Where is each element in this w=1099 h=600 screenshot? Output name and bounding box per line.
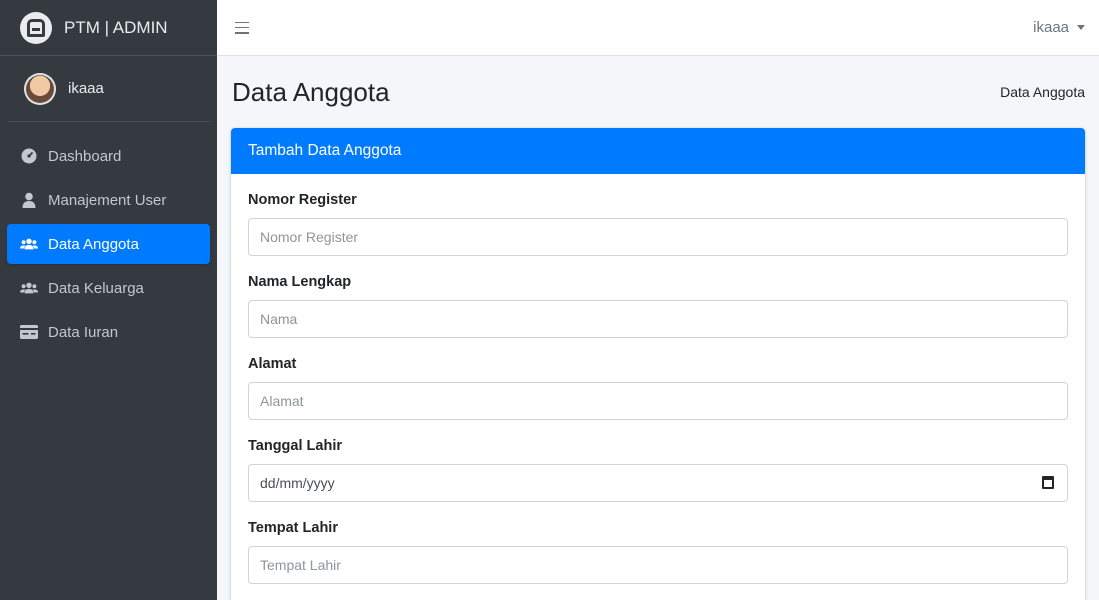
money-check-icon xyxy=(20,324,38,340)
sidebar-item-label: Dashboard xyxy=(48,147,122,165)
form-group-nomor-register: Nomor Register xyxy=(248,192,1068,256)
page-title: Data Anggota xyxy=(232,76,390,107)
user-dropdown-label: ikaaa xyxy=(1033,19,1069,36)
hamburger-menu-icon[interactable] xyxy=(235,21,249,34)
brand-link[interactable]: PTM | ADMIN xyxy=(0,0,217,56)
users-icon xyxy=(20,236,38,252)
sidebar-item-data-anggota[interactable]: Data Anggota xyxy=(7,224,210,264)
sidebar-item-manajement-user[interactable]: Manajement User xyxy=(7,180,210,220)
breadcrumb[interactable]: Data Anggota xyxy=(1000,84,1085,100)
nama-lengkap-label: Nama Lengkap xyxy=(248,274,352,290)
sidebar-item-label: Manajement User xyxy=(48,191,167,209)
form-group-alamat: Alamat xyxy=(248,356,1068,420)
avatar xyxy=(24,72,56,105)
content-header: Data Anggota Data Anggota xyxy=(217,56,1099,128)
brand-text: PTM | ADMIN xyxy=(64,17,168,37)
user-dropdown[interactable]: ikaaa xyxy=(1033,19,1085,36)
tanggal-lahir-label: Tanggal Lahir xyxy=(248,438,342,454)
form-group-nama-lengkap: Nama Lengkap xyxy=(248,274,1068,338)
users-icon xyxy=(20,280,38,296)
nomor-register-input[interactable] xyxy=(248,218,1068,256)
brand-logo-icon xyxy=(20,11,52,44)
nama-lengkap-input[interactable] xyxy=(248,300,1068,338)
form-group-tempat-lahir: Tempat Lahir xyxy=(248,520,1068,584)
form-group-tanggal-lahir: Tanggal Lahir xyxy=(248,438,1068,502)
form-card: Tambah Data Anggota Nomor Register Nama … xyxy=(231,128,1085,600)
card-title: Tambah Data Anggota xyxy=(231,128,1085,174)
tanggal-lahir-input[interactable] xyxy=(248,464,1068,502)
user-icon xyxy=(20,192,38,208)
alamat-label: Alamat xyxy=(248,356,297,372)
user-panel-name: ikaaa xyxy=(68,80,104,97)
tachometer-icon xyxy=(20,148,38,164)
sidebar-item-label: Data Anggota xyxy=(48,235,139,253)
caret-down-icon xyxy=(1077,25,1085,30)
tanggal-lahir-date-field xyxy=(248,464,1068,502)
sidebar: PTM | ADMIN ikaaa Dashboard Manajement U… xyxy=(0,0,217,600)
calendar-icon[interactable] xyxy=(1042,476,1054,489)
card-body: Nomor Register Nama Lengkap Alamat Tangg… xyxy=(231,174,1085,600)
tempat-lahir-input[interactable] xyxy=(248,546,1068,584)
sidebar-item-label: Data Keluarga xyxy=(48,279,144,297)
sidebar-item-data-iuran[interactable]: Data Iuran xyxy=(7,312,210,352)
tempat-lahir-label: Tempat Lahir xyxy=(248,520,338,536)
sidebar-nav: Dashboard Manajement User Data Anggota D… xyxy=(0,122,217,352)
sidebar-item-dashboard[interactable]: Dashboard xyxy=(7,136,210,176)
alamat-input[interactable] xyxy=(248,382,1068,420)
sidebar-item-label: Data Iuran xyxy=(48,323,119,341)
top-navbar: ikaaa xyxy=(217,0,1099,56)
nomor-register-label: Nomor Register xyxy=(248,192,357,208)
sidebar-item-data-keluarga[interactable]: Data Keluarga xyxy=(7,268,210,308)
user-panel[interactable]: ikaaa xyxy=(8,56,209,122)
